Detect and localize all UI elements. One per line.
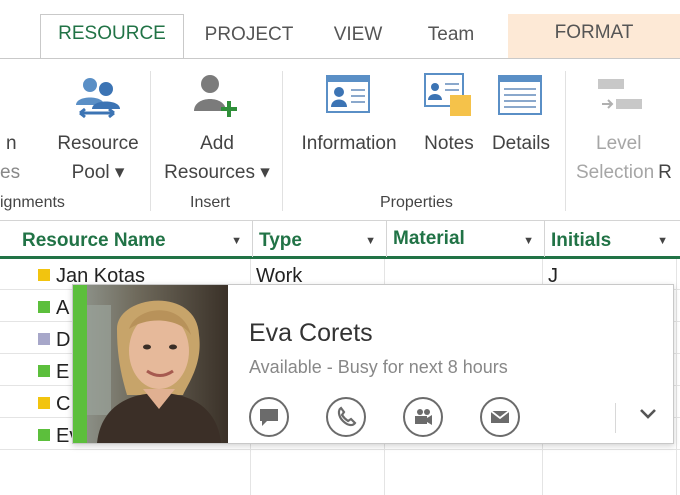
resource-indicator-icon bbox=[38, 429, 50, 441]
resource-indicator-icon bbox=[38, 301, 50, 313]
group-properties-label: Properties bbox=[380, 194, 453, 211]
tab-format[interactable]: FORMAT bbox=[508, 14, 680, 59]
resource-pool-label-2: Pool ▾ bbox=[71, 162, 125, 183]
notes-icon bbox=[424, 73, 471, 116]
column-header-material[interactable]: Material ▼ bbox=[386, 221, 542, 257]
filter-dropdown-icon[interactable]: ▼ bbox=[657, 221, 668, 261]
group-separator bbox=[565, 71, 566, 211]
tab-project[interactable]: PROJECT bbox=[190, 20, 308, 58]
add-resources-button[interactable]: Add Resources ▾ bbox=[158, 129, 276, 187]
filter-dropdown-icon[interactable]: ▼ bbox=[365, 221, 376, 261]
information-label: Information bbox=[301, 133, 397, 154]
assignments-partial-button[interactable]: n es bbox=[0, 129, 30, 187]
column-header-label: Initials bbox=[551, 230, 612, 251]
group-assignments-label: ignments bbox=[0, 194, 65, 211]
column-header-label: Resource Name bbox=[22, 230, 166, 251]
card-divider bbox=[615, 403, 616, 433]
resource-pool-button[interactable]: Resource Pool ▾ bbox=[48, 129, 148, 187]
call-button[interactable] bbox=[326, 397, 366, 437]
video-call-button[interactable] bbox=[403, 397, 443, 437]
resource-indicator-icon bbox=[38, 333, 50, 345]
chevron-down-icon[interactable] bbox=[639, 407, 657, 421]
notes-button[interactable]: Notes bbox=[414, 129, 484, 158]
filter-dropdown-icon[interactable]: ▼ bbox=[231, 221, 242, 261]
resource-indicator-icon bbox=[38, 365, 50, 377]
tab-view[interactable]: VIEW bbox=[318, 20, 398, 58]
video-icon bbox=[415, 409, 432, 425]
column-header-type[interactable]: Type ▼ bbox=[252, 221, 384, 257]
presence-bar bbox=[73, 285, 87, 443]
ribbon-tabs: RESOURCE PROJECT VIEW Team FORMAT bbox=[0, 0, 680, 60]
contact-status: Available - Busy for next 8 hours bbox=[249, 357, 508, 377]
add-resources-label-1: Add bbox=[200, 133, 234, 154]
column-header-resource-name[interactable]: Resource Name ▼ bbox=[14, 221, 250, 257]
details-button[interactable]: Details bbox=[484, 129, 558, 158]
phone-icon bbox=[337, 406, 357, 427]
add-resources-label-2: Resources ▾ bbox=[164, 162, 270, 183]
resource-pool-label-1: Resource bbox=[57, 133, 139, 154]
grid-header: Resource Name ▼ Type ▼ Material ▼ Initia… bbox=[0, 221, 680, 259]
details-label: Details bbox=[491, 133, 551, 154]
resource-pool-icon bbox=[76, 78, 120, 119]
resource-indicator-icon bbox=[38, 397, 50, 409]
information-icon bbox=[326, 75, 370, 113]
partial-label-1: n bbox=[6, 133, 17, 154]
contact-photo bbox=[87, 285, 228, 443]
contact-card: Eva Corets Available - Busy for next 8 h… bbox=[72, 284, 674, 444]
level-selection-label-2: Selection bbox=[576, 162, 655, 183]
tab-team[interactable]: Team bbox=[408, 20, 494, 58]
column-header-label: Type bbox=[259, 230, 302, 251]
email-icon bbox=[490, 410, 510, 423]
resource-indicator-icon bbox=[38, 269, 50, 281]
level-selection-trailing-text: R bbox=[658, 162, 672, 183]
message-button[interactable] bbox=[249, 397, 289, 437]
column-header-initials[interactable]: Initials ▼ bbox=[544, 221, 676, 257]
ribbon: n es ignments Resource Pool ▾ Add Resour… bbox=[0, 59, 680, 219]
level-selection-icon bbox=[598, 79, 642, 109]
details-icon bbox=[498, 75, 542, 115]
message-icon bbox=[260, 409, 278, 426]
partial-label-2: es bbox=[0, 162, 21, 183]
tab-resource[interactable]: RESOURCE bbox=[40, 14, 184, 60]
email-button[interactable] bbox=[480, 397, 520, 437]
column-header-label: Material bbox=[393, 228, 465, 249]
level-selection-button[interactable]: Level Selection R bbox=[570, 129, 680, 187]
add-resources-icon bbox=[194, 75, 237, 117]
filter-dropdown-icon[interactable]: ▼ bbox=[523, 221, 534, 261]
information-button[interactable]: Information bbox=[288, 129, 410, 158]
group-separator bbox=[282, 71, 283, 211]
notes-label: Notes bbox=[424, 133, 474, 154]
level-selection-label-1: Level bbox=[596, 133, 642, 154]
group-separator bbox=[150, 71, 151, 211]
group-insert-label: Insert bbox=[190, 194, 231, 211]
contact-name: Eva Corets bbox=[249, 319, 373, 347]
